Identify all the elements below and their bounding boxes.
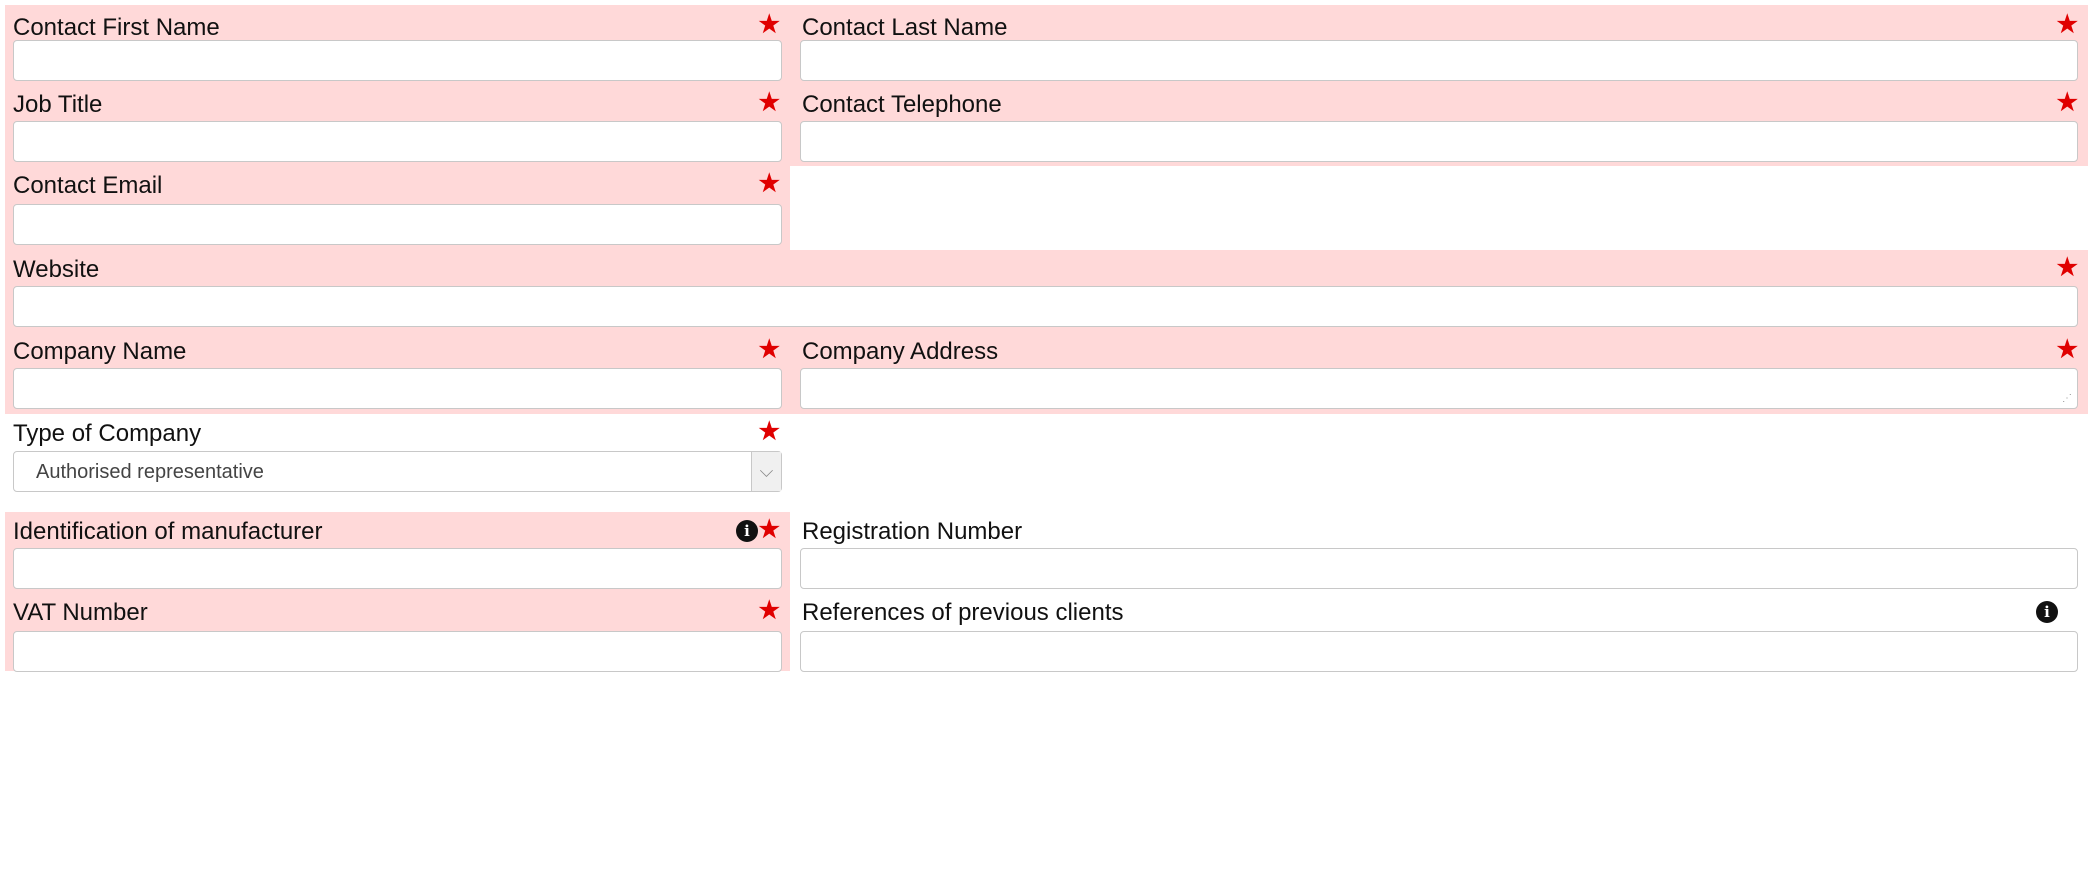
field-website: Website ★ (5, 250, 2088, 332)
identification-of-manufacturer-label: Identification of manufacturer (13, 518, 323, 545)
contact-email-input[interactable] (13, 204, 782, 245)
type-of-company-select[interactable]: Authorised representative ⌵ (13, 451, 782, 492)
field-contact-email: Contact Email ★ (5, 166, 790, 250)
field-references-of-previous-clients: References of previous clients i (790, 591, 2088, 672)
vat-number-input[interactable] (13, 631, 782, 672)
required-star-icon: ★ (2056, 89, 2078, 116)
required-star-icon: ★ (2056, 254, 2078, 281)
identification-of-manufacturer-input[interactable] (13, 548, 782, 589)
company-address-textarea[interactable] (800, 368, 2078, 409)
field-contact-last-name: Contact Last Name ★ (790, 5, 2088, 83)
company-name-label: Company Name (13, 338, 187, 365)
contact-telephone-label: Contact Telephone (802, 91, 1002, 118)
field-vat-number: VAT Number ★ (5, 591, 790, 672)
required-star-icon: ★ (2056, 11, 2078, 38)
contact-last-name-input[interactable] (800, 40, 2078, 81)
required-star-icon: ★ (758, 11, 780, 38)
contact-first-name-input[interactable] (13, 40, 782, 81)
info-icon[interactable]: i (2036, 601, 2058, 623)
field-type-of-company: Type of Company ★ Authorised representat… (5, 414, 790, 499)
contact-telephone-input[interactable] (800, 121, 2078, 162)
field-contact-first-name: Contact First Name ★ (5, 5, 790, 83)
field-company-name: Company Name ★ (5, 332, 790, 414)
company-name-input[interactable] (13, 368, 782, 409)
references-of-previous-clients-input[interactable] (800, 631, 2078, 672)
website-label: Website (13, 256, 100, 283)
references-of-previous-clients-label: References of previous clients (802, 599, 1124, 626)
info-icon[interactable]: i (736, 520, 758, 542)
contact-first-name-label: Contact First Name (13, 14, 220, 41)
type-of-company-selected-value: Authorised representative (36, 461, 264, 483)
registration-number-input[interactable] (800, 548, 2078, 589)
resize-grip-icon[interactable]: ⋰ (2062, 394, 2072, 404)
website-input[interactable] (13, 286, 2078, 327)
vat-number-label: VAT Number (13, 599, 148, 626)
required-star-icon: ★ (758, 597, 780, 624)
required-star-icon: ★ (758, 89, 780, 116)
job-title-label: Job Title (13, 91, 103, 118)
chevron-down-icon[interactable]: ⌵ (751, 452, 781, 491)
type-of-company-label: Type of Company (13, 420, 202, 447)
field-identification-of-manufacturer: Identification of manufacturer i ★ (5, 512, 790, 591)
field-company-address: Company Address ★ ⋰ (790, 332, 2088, 414)
contact-email-label: Contact Email (13, 172, 163, 199)
field-job-title: Job Title ★ (5, 83, 790, 166)
required-star-icon: ★ (758, 170, 780, 197)
field-registration-number: Registration Number (790, 512, 2088, 591)
required-star-icon: ★ (758, 336, 780, 363)
field-contact-telephone: Contact Telephone ★ (790, 83, 2088, 166)
required-star-icon: ★ (758, 418, 780, 445)
contact-form: Contact First Name ★ Contact Last Name ★… (0, 0, 2088, 895)
job-title-input[interactable] (13, 121, 782, 162)
required-star-icon: ★ (2056, 336, 2078, 363)
contact-last-name-label: Contact Last Name (802, 14, 1008, 41)
company-address-label: Company Address (802, 338, 999, 365)
registration-number-label: Registration Number (802, 518, 1023, 545)
required-star-icon: ★ (758, 516, 780, 543)
